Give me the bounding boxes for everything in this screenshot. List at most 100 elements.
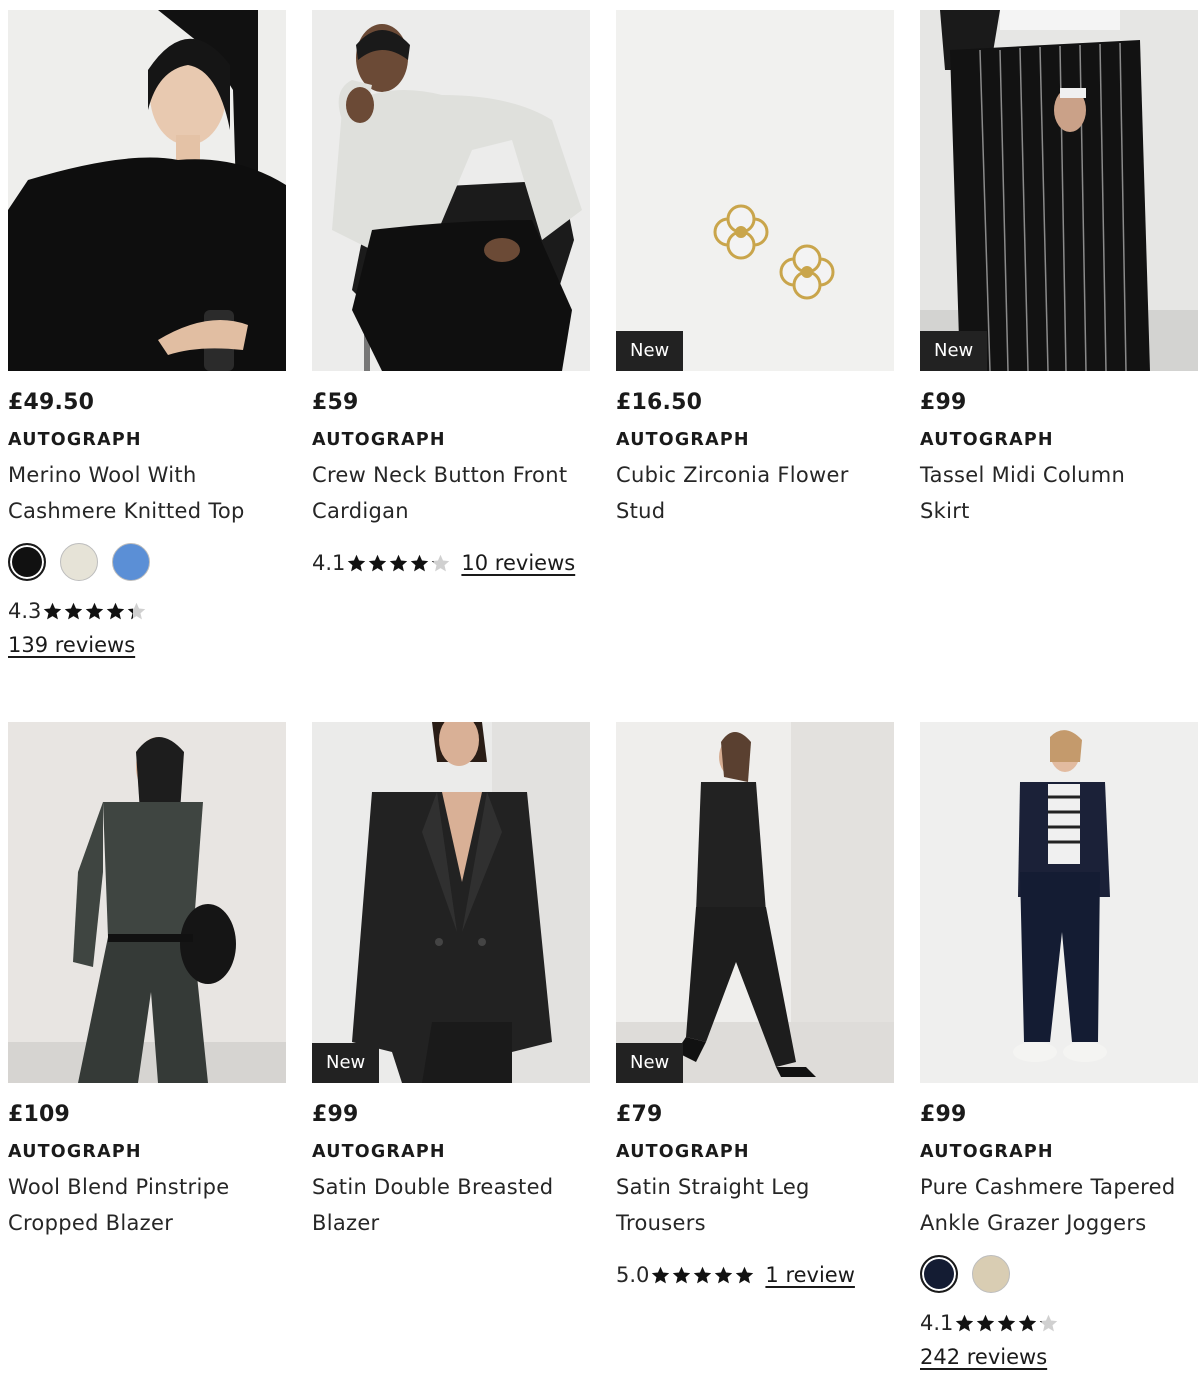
star-full-icon <box>736 1266 754 1283</box>
product-price: £59 <box>312 390 359 415</box>
product-name[interactable]: Satin Double Breasted Blazer <box>312 1169 590 1241</box>
product-card[interactable]: New £99 AUTOGRAPH Tassel Midi Column Ski… <box>920 10 1198 529</box>
product-price: £16.50 <box>616 390 703 415</box>
product-name-line: Blazer <box>312 1211 380 1235</box>
product-name[interactable]: Tassel Midi Column Skirt <box>920 457 1198 529</box>
product-price: £79 <box>616 1102 663 1127</box>
product-name-line: Tassel Midi Column <box>920 463 1126 487</box>
star-full-icon <box>652 1266 670 1283</box>
product-name-line: Merino Wool With <box>8 463 197 487</box>
rating-score: 5.0 <box>616 1263 650 1287</box>
color-swatch-ivory[interactable] <box>60 543 98 581</box>
product-brand: AUTOGRAPH <box>920 1142 1054 1162</box>
product-image[interactable]: New <box>616 722 894 1083</box>
product-brand: AUTOGRAPH <box>920 430 1054 450</box>
product-name[interactable]: Satin Straight Leg Trousers <box>616 1169 894 1241</box>
product-image[interactable] <box>312 10 590 371</box>
product-price: £99 <box>312 1102 359 1127</box>
product-image[interactable]: New <box>920 10 1198 371</box>
product-name[interactable]: Wool Blend Pinstripe Cropped Blazer <box>8 1169 286 1241</box>
product-rating: 4.1 <box>920 1309 1198 1337</box>
product-card[interactable]: £99 AUTOGRAPH Pure Cashmere Tapered Ankl… <box>920 722 1198 1371</box>
product-brand: AUTOGRAPH <box>616 1142 750 1162</box>
star-full-icon <box>107 602 125 619</box>
star-full-icon <box>998 1314 1016 1331</box>
product-name[interactable]: Pure Cashmere Tapered Ankle Grazer Jogge… <box>920 1169 1198 1241</box>
product-card[interactable]: New £99 AUTOGRAPH Satin Double Breasted … <box>312 722 590 1241</box>
product-name-line: Cardigan <box>312 499 409 523</box>
product-price: £49.50 <box>8 390 95 415</box>
star-rating <box>42 601 147 622</box>
product-name-line: Satin Straight Leg <box>616 1175 810 1199</box>
product-rating: 4.3 <box>8 597 286 625</box>
star-rating <box>954 1313 1059 1334</box>
reviews-link[interactable]: 10 reviews <box>461 549 575 577</box>
product-name[interactable]: Crew Neck Button Front Cardigan <box>312 457 590 529</box>
product-card[interactable]: £109 AUTOGRAPH Wool Blend Pinstripe Crop… <box>8 722 286 1241</box>
color-swatches <box>8 543 286 583</box>
product-brand: AUTOGRAPH <box>312 1142 446 1162</box>
rating-score: 4.3 <box>8 599 42 623</box>
product-card[interactable]: £49.50 AUTOGRAPH Merino Wool With Cashme… <box>8 10 286 659</box>
product-rating: 4.1 10 reviews <box>312 549 590 577</box>
star-full-icon <box>390 554 408 571</box>
star-full-icon <box>44 602 62 619</box>
satin-trousers-image <box>616 722 894 1083</box>
color-swatch-blue[interactable] <box>112 543 150 581</box>
star-full-icon <box>65 602 83 619</box>
star-partial-icon <box>1040 1314 1058 1331</box>
product-brand: AUTOGRAPH <box>8 430 142 450</box>
product-name[interactable]: Merino Wool With Cashmere Knitted Top <box>8 457 286 529</box>
star-full-icon <box>369 554 387 571</box>
color-swatches <box>920 1255 1198 1295</box>
product-name-line: Cubic Zirconia Flower <box>616 463 849 487</box>
product-name[interactable]: Cubic Zirconia Flower Stud <box>616 457 894 529</box>
new-badge: New <box>312 1043 380 1083</box>
pinstripe-blazer-image <box>8 722 286 1083</box>
rating-score: 4.1 <box>920 1311 954 1335</box>
product-image[interactable] <box>8 722 286 1083</box>
star-full-icon <box>673 1266 691 1283</box>
new-badge: New <box>920 331 988 371</box>
star-full-icon <box>956 1314 974 1331</box>
color-swatch-black[interactable] <box>8 543 46 581</box>
new-badge: New <box>616 1043 684 1083</box>
product-price: £99 <box>920 1102 967 1127</box>
product-price: £109 <box>8 1102 71 1127</box>
model-cardigan-image <box>312 10 590 371</box>
product-brand: AUTOGRAPH <box>616 430 750 450</box>
product-name-line: Trousers <box>616 1211 706 1235</box>
star-partial-icon <box>128 602 146 619</box>
model-black-knit-top-image <box>8 10 286 371</box>
product-name-line: Cropped Blazer <box>8 1211 174 1235</box>
new-badge: New <box>616 331 684 371</box>
product-card[interactable]: New £16.50 AUTOGRAPH Cubic Zirconia Flow… <box>616 10 894 529</box>
product-image[interactable]: New <box>312 722 590 1083</box>
product-name-line: Wool Blend Pinstripe <box>8 1175 230 1199</box>
star-full-icon <box>694 1266 712 1283</box>
satin-blazer-image <box>312 722 590 1083</box>
product-brand: AUTOGRAPH <box>312 430 446 450</box>
star-full-icon <box>715 1266 733 1283</box>
color-swatch-oatmeal[interactable] <box>972 1255 1010 1293</box>
star-full-icon <box>348 554 366 571</box>
product-image[interactable] <box>8 10 286 371</box>
product-card[interactable]: £59 AUTOGRAPH Crew Neck Button Front Car… <box>312 10 590 577</box>
product-rating: 5.0 1 review <box>616 1261 894 1289</box>
reviews-link[interactable]: 242 reviews <box>920 1345 1047 1369</box>
product-name-line: Cashmere Knitted Top <box>8 499 245 523</box>
reviews-link[interactable]: 1 review <box>765 1261 855 1289</box>
product-name-line: Ankle Grazer Joggers <box>920 1211 1147 1235</box>
product-image[interactable]: New <box>616 10 894 371</box>
color-swatch-navy[interactable] <box>920 1255 958 1293</box>
product-image[interactable] <box>920 722 1198 1083</box>
reviews-link[interactable]: 139 reviews <box>8 633 135 657</box>
flower-stud-earrings-image <box>616 10 894 371</box>
product-name-line: Pure Cashmere Tapered <box>920 1175 1176 1199</box>
product-card[interactable]: New £79 AUTOGRAPH Satin Straight Leg Tro… <box>616 722 894 1289</box>
star-full-icon <box>977 1314 995 1331</box>
rating-score: 4.1 <box>312 551 346 575</box>
star-full-icon <box>86 602 104 619</box>
star-full-icon <box>411 554 429 571</box>
cashmere-joggers-image <box>920 722 1198 1083</box>
